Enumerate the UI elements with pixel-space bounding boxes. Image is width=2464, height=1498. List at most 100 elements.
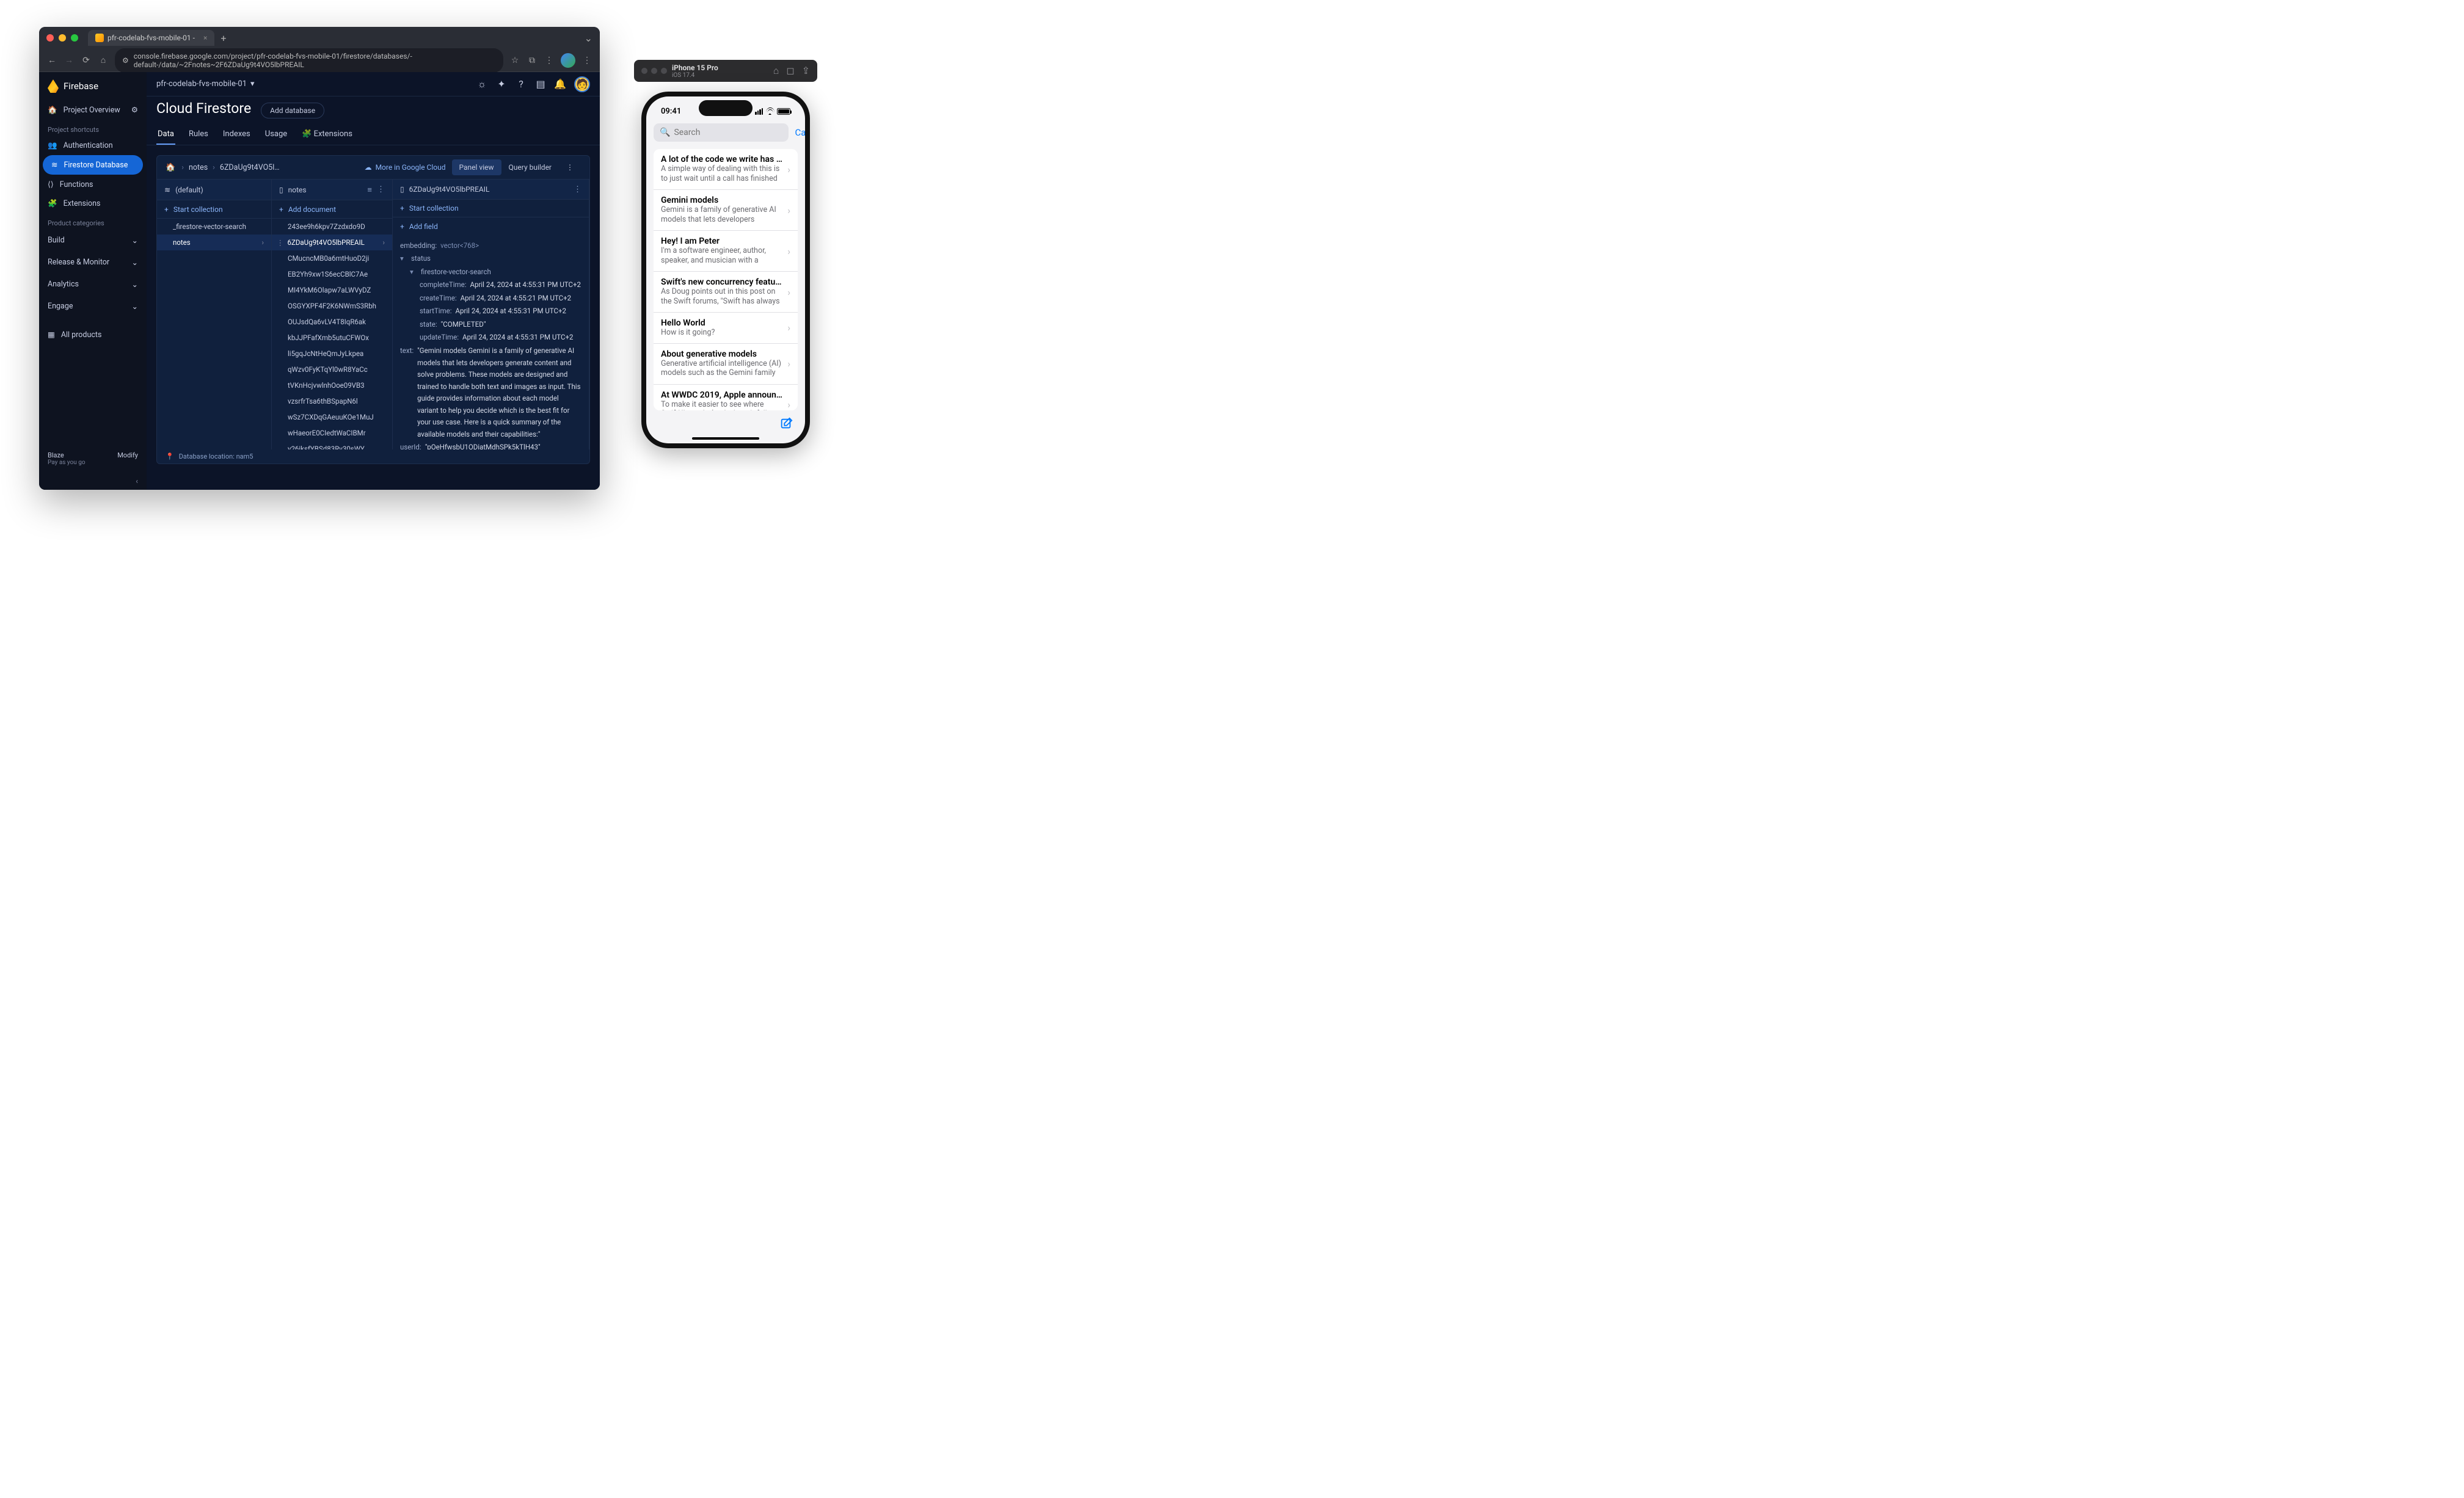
more-in-cloud-link[interactable]: ☁ More in Google Cloud [365,163,446,172]
profile-avatar-icon[interactable] [561,53,575,68]
home-indicator[interactable] [692,437,759,440]
tab-data[interactable]: Data [156,125,175,145]
tab-extensions[interactable]: Extensions [301,125,354,145]
document-item[interactable]: qWzv0FyKTqYl0wR8YaCc [272,362,392,377]
sidebar-item-functions[interactable]: ⟨⟩Functions [39,175,147,194]
add-document-button[interactable]: + Add document [272,200,392,219]
home-icon[interactable]: 🏠 [166,163,175,172]
document-item[interactable]: wHaeorE0CIedtWaCIBMr [272,425,392,441]
extensions-icon[interactable]: ⧉ [527,56,538,65]
reload-icon[interactable]: ⟳ [81,56,92,65]
note-row[interactable]: About generative modelsGenerative artifi… [654,344,798,385]
notes-list[interactable]: A lot of the code we write has to de…A s… [654,149,798,410]
minimize-window-icon[interactable] [59,34,66,42]
breadcrumb-doc[interactable]: 6ZDaUg9t4VO5l… [220,163,280,172]
field-value: April 24, 2024 at 4:55:21 PM UTC+2 [461,293,571,305]
note-row[interactable]: Swift's new concurrency features…As Doug… [654,272,798,313]
note-row[interactable]: Hey! I am PeterI'm a software engineer, … [654,231,798,272]
note-row[interactable]: A lot of the code we write has to de…A s… [654,149,798,190]
document-item[interactable]: vzsrfrTsa6thBSpapN6l [272,393,392,409]
new-tab-button[interactable]: + [221,32,226,44]
sim-share-icon[interactable]: ⇪ [802,65,810,77]
field-row[interactable]: createTime: April 24, 2024 at 4:55:21 PM… [400,292,581,305]
notifications-icon[interactable]: 🔔 [555,79,566,90]
collapse-sidebar-icon[interactable]: ‹ [39,473,147,490]
sidebar-category-release-monitor[interactable]: Release & Monitor⌄ [39,252,147,274]
compose-icon[interactable] [779,417,793,431]
panel-view-toggle[interactable]: Panel view [452,159,501,175]
forward-icon[interactable]: → [64,55,75,65]
sidebar-category-analytics[interactable]: Analytics⌄ [39,274,147,296]
collection-item[interactable]: notes› [157,235,271,250]
tab-indexes[interactable]: Indexes [222,125,252,145]
search-field[interactable] [674,128,782,137]
breadcrumb-collection[interactable]: notes [189,163,208,172]
document-item[interactable]: MI4YkM6Olapw7aLWVyDZ [272,282,392,298]
tab-usage[interactable]: Usage [264,125,288,145]
sidebar-category-engage[interactable]: Engage⌄ [39,296,147,318]
field-row[interactable]: state: "COMPLETED" [400,318,581,332]
search-input[interactable]: 🔍 [654,123,789,142]
cancel-button[interactable]: Cancel [795,127,805,138]
tabs-dropdown-icon[interactable]: ⌄ [585,32,592,44]
document-item[interactable]: wSz7CXDqGAeuuKOe1MuJ [272,409,392,425]
page-header: Cloud Firestore Add database [147,96,600,118]
document-item[interactable]: CMucncMB0a6mtHuoD2ji [272,250,392,266]
user-avatar-icon[interactable]: 🧑 [574,76,590,92]
sim-screenshot-icon[interactable]: ◻ [786,65,794,77]
item-menu-icon[interactable]: ⋮ [277,238,284,247]
sidebar-project-overview[interactable]: 🏠 Project Overview ⚙ [39,100,147,120]
field-row[interactable]: completeTime: April 24, 2024 at 4:55:31 … [400,278,581,292]
home-icon[interactable]: ⌂ [98,55,109,65]
project-selector[interactable]: pfr-codelab-fvs-mobile-01 ▾ [156,79,255,89]
start-collection-button[interactable]: + Start collection [157,200,271,219]
field-row[interactable]: startTime: April 24, 2024 at 4:55:31 PM … [400,305,581,318]
note-row[interactable]: Gemini modelsGemini is a family of gener… [654,190,798,231]
sidebar-all-products[interactable]: ▦ All products [39,325,147,344]
filter-icon[interactable]: ≡ [367,185,372,195]
document-item[interactable]: ⋮6ZDaUg9t4VO5lbPREAIL› [272,235,392,250]
document-item[interactable]: OSGYXPF4F2K6NWmS3Rbh [272,298,392,314]
theme-icon[interactable]: ☼ [476,79,487,90]
query-builder-toggle[interactable]: Query builder [501,159,559,175]
sidebar-item-authentication[interactable]: 👥Authentication [39,136,147,155]
bookmark-icon[interactable]: ☆ [509,56,520,65]
add-field-button[interactable]: + Add field [393,217,589,235]
start-subcollection-button[interactable]: + Start collection [393,200,589,217]
document-item[interactable]: kbJJPFafXmb5utuCFWOx [272,330,392,346]
document-item[interactable]: OUJsdQa6vLV4T8IqR6ak [272,314,392,330]
close-tab-icon[interactable]: × [203,34,207,42]
collapse-icon[interactable]: ▾ [410,266,417,278]
tab-rules[interactable]: Rules [188,125,210,145]
document-item[interactable]: EB2Yh9xw1S6ecCBlC7Ae [272,266,392,282]
site-settings-icon[interactable]: ⚙ [122,56,129,65]
note-row[interactable]: Hello WorldHow is it going?› [654,313,798,344]
browser-menu-icon[interactable]: ⋮ [581,56,592,65]
close-window-icon[interactable] [46,34,54,42]
back-icon[interactable]: ← [46,55,57,65]
sidebar-item-firestore-database[interactable]: ≋Firestore Database [43,155,143,175]
help-icon[interactable]: ? [516,79,527,90]
note-row[interactable]: At WWDC 2019, Apple announced…To make it… [654,385,798,410]
sim-home-icon[interactable]: ⌂ [773,65,779,77]
maximize-window-icon[interactable] [71,34,78,42]
document-item[interactable]: li5gqJcNtHeQmJyLkpea [272,346,392,362]
document-item[interactable]: tVKnHcjvwlnhOoe09VB3 [272,377,392,393]
collection-item[interactable]: _firestore-vector-search [157,219,271,235]
menu-icon[interactable]: ⋮ [377,185,385,194]
gear-icon[interactable]: ⚙ [131,105,138,115]
spark-icon[interactable]: ✦ [496,79,507,90]
feedback-icon[interactable]: ▤ [535,79,546,90]
sidebar-category-build[interactable]: Build⌄ [39,230,147,252]
add-database-button[interactable]: Add database [261,103,324,118]
menu-icon[interactable]: ⋮ [574,185,581,194]
more-menu-icon[interactable]: ⋮ [559,159,581,175]
firebase-logo[interactable]: Firebase [39,72,147,100]
browser-tab[interactable]: pfr-codelab-fvs-mobile-01 - × [88,30,214,46]
field-row[interactable]: updateTime: April 24, 2024 at 4:55:31 PM… [400,331,581,344]
modify-plan-button[interactable]: Modify [117,451,138,466]
collapse-icon[interactable]: ▾ [400,253,407,265]
sidebar-item-extensions[interactable]: 🧩Extensions [39,194,147,213]
url-input[interactable]: ⚙ console.firebase.google.com/project/pf… [115,48,503,73]
document-item[interactable]: 243ee9h6kpv7Zzdxdo9D [272,219,392,235]
